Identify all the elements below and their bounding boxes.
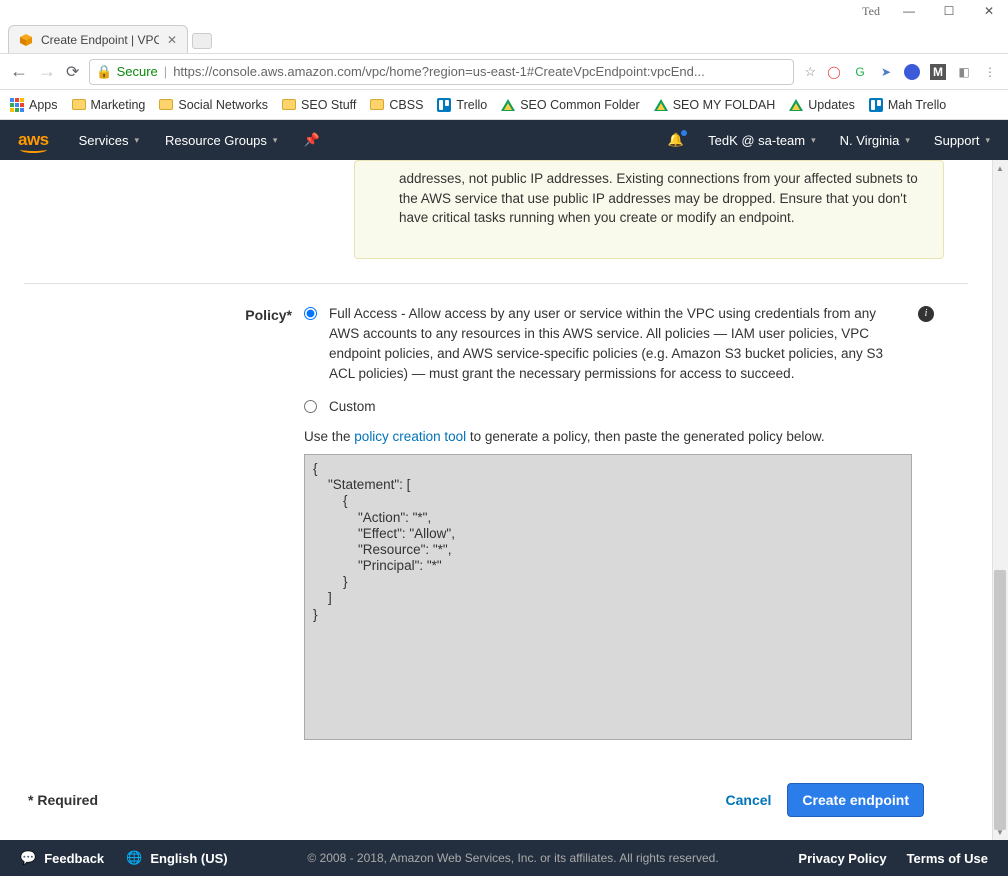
new-tab-button[interactable] [192,33,212,49]
notifications-button[interactable]: 🔔 [668,132,684,148]
apps-icon [10,98,24,112]
minimize-icon[interactable]: — [898,4,920,18]
close-tab-icon[interactable]: ✕ [167,33,177,47]
reload-icon[interactable]: ⟳ [66,62,79,82]
bookmark-social-networks[interactable]: Social Networks [159,98,268,112]
policy-full-access-radio[interactable] [304,307,317,320]
secure-label: Secure [117,64,158,79]
scrollbar-thumb[interactable] [994,570,1006,830]
gdrive-icon [789,99,803,111]
folder-icon [72,99,86,110]
bookmarks-bar: Apps Marketing Social Networks SEO Stuff… [0,90,1008,120]
policy-full-access-text: Full Access - Allow access by any user o… [329,304,899,385]
chevron-down-icon: ▾ [135,135,140,146]
bookmark-seo-stuff[interactable]: SEO Stuff [282,98,356,112]
region-menu[interactable]: N. Virginia▾ [840,133,910,148]
window-titlebar: Ted — ☐ ✕ [0,0,1008,22]
bookmarks-apps[interactable]: Apps [10,98,58,112]
terms-of-use-link[interactable]: Terms of Use [907,851,988,866]
scrollbar[interactable]: ▲ ▼ [992,160,1008,840]
footer-copyright: © 2008 - 2018, Amazon Web Services, Inc.… [307,851,718,865]
policy-json-textarea[interactable] [304,454,912,740]
gdrive-icon [654,99,668,111]
chevron-down-icon: ▾ [985,135,990,146]
grammarly-ext-icon[interactable]: G [852,64,868,80]
scroll-down-icon[interactable]: ▼ [993,824,1007,840]
opera-ext-icon[interactable]: ◯ [826,64,842,80]
star-icon[interactable]: ☆ [804,64,816,80]
info-banner-text: addresses, not public IP addresses. Exis… [399,171,918,225]
url-text: https://console.aws.amazon.com/vpc/home?… [173,64,705,79]
bookmark-seo-common-folder[interactable]: SEO Common Folder [501,98,639,112]
aws-header: aws Services▾ Resource Groups▾ 📌 🔔 TedK … [0,120,1008,160]
gdrive-icon [501,99,515,111]
folder-icon [370,99,384,110]
trello-icon [437,98,451,112]
cube-icon [19,33,33,47]
folder-icon [159,99,173,110]
pin-icon[interactable]: 📌 [303,132,319,148]
bookmarks-apps-label: Apps [29,98,58,112]
browser-tab[interactable]: Create Endpoint | VPC M ✕ [8,25,188,53]
lock-icon: 🔒 [96,64,112,80]
feedback-link[interactable]: 💬 Feedback [20,850,104,866]
m-ext-icon[interactable]: M [930,64,946,80]
divider [24,283,968,284]
user-menu[interactable]: TedK @ sa-team▾ [708,133,816,148]
pocket-ext-icon[interactable]: ➤ [878,64,894,80]
cancel-button[interactable]: Cancel [726,792,772,808]
folder-icon [282,99,296,110]
browser-tabs: Create Endpoint | VPC M ✕ [0,22,1008,54]
bookmark-updates[interactable]: Updates [789,98,855,112]
required-note: * Required [28,792,98,808]
user-hint: Ted [862,4,880,19]
support-menu[interactable]: Support▾ [934,133,990,148]
content-viewport: addresses, not public IP addresses. Exis… [0,160,1008,840]
aws-logo[interactable]: aws [18,130,49,150]
chevron-down-icon: ▾ [273,135,278,146]
chevron-down-icon: ▾ [811,135,816,146]
policy-creation-tool-link[interactable]: policy creation tool [354,429,466,444]
privacy-policy-link[interactable]: Privacy Policy [798,851,886,866]
bookmark-cbss[interactable]: CBSS [370,98,423,112]
bookmark-trello[interactable]: Trello [437,98,487,112]
bookmark-seo-my-foldah[interactable]: SEO MY FOLDAH [654,98,776,112]
chrome-menu-icon[interactable]: ⋮ [982,64,998,80]
info-icon[interactable]: i [918,306,934,322]
bookmark-marketing[interactable]: Marketing [72,98,146,112]
policy-label: Policy* [24,304,304,326]
policy-hint: Use the policy creation tool to generate… [304,429,968,444]
info-banner: addresses, not public IP addresses. Exis… [354,160,944,259]
chevron-down-icon: ▾ [905,135,910,146]
forward-icon[interactable]: → [38,61,56,82]
policy-custom-label: Custom [329,397,376,417]
policy-custom-radio[interactable] [304,400,317,413]
language-selector[interactable]: 🌐 English (US) [126,850,227,866]
resource-groups-menu[interactable]: Resource Groups▾ [165,133,277,148]
circle-ext-icon[interactable] [904,64,920,80]
address-bar[interactable]: 🔒 Secure | https://console.aws.amazon.co… [89,59,794,85]
browser-toolbar: ← → ⟳ 🔒 Secure | https://console.aws.ama… [0,54,1008,90]
create-endpoint-button[interactable]: Create endpoint [787,783,924,817]
tab-title: Create Endpoint | VPC M [41,33,159,47]
close-window-icon[interactable]: ✕ [978,4,1000,18]
aws-footer: 💬 Feedback 🌐 English (US) © 2008 - 2018,… [0,840,1008,876]
globe-icon: 🌐 [126,850,142,866]
notification-dot [681,130,687,136]
services-menu[interactable]: Services▾ [79,133,139,148]
maximize-icon[interactable]: ☐ [938,4,960,18]
back-icon[interactable]: ← [10,61,28,82]
extension-icons: ◯ G ➤ M ◧ ⋮ [826,64,998,80]
chat-icon: 💬 [20,850,36,866]
trello-icon [869,98,883,112]
scroll-up-icon[interactable]: ▲ [993,160,1007,176]
shield-ext-icon[interactable]: ◧ [956,64,972,80]
bookmark-mah-trello[interactable]: Mah Trello [869,98,946,112]
